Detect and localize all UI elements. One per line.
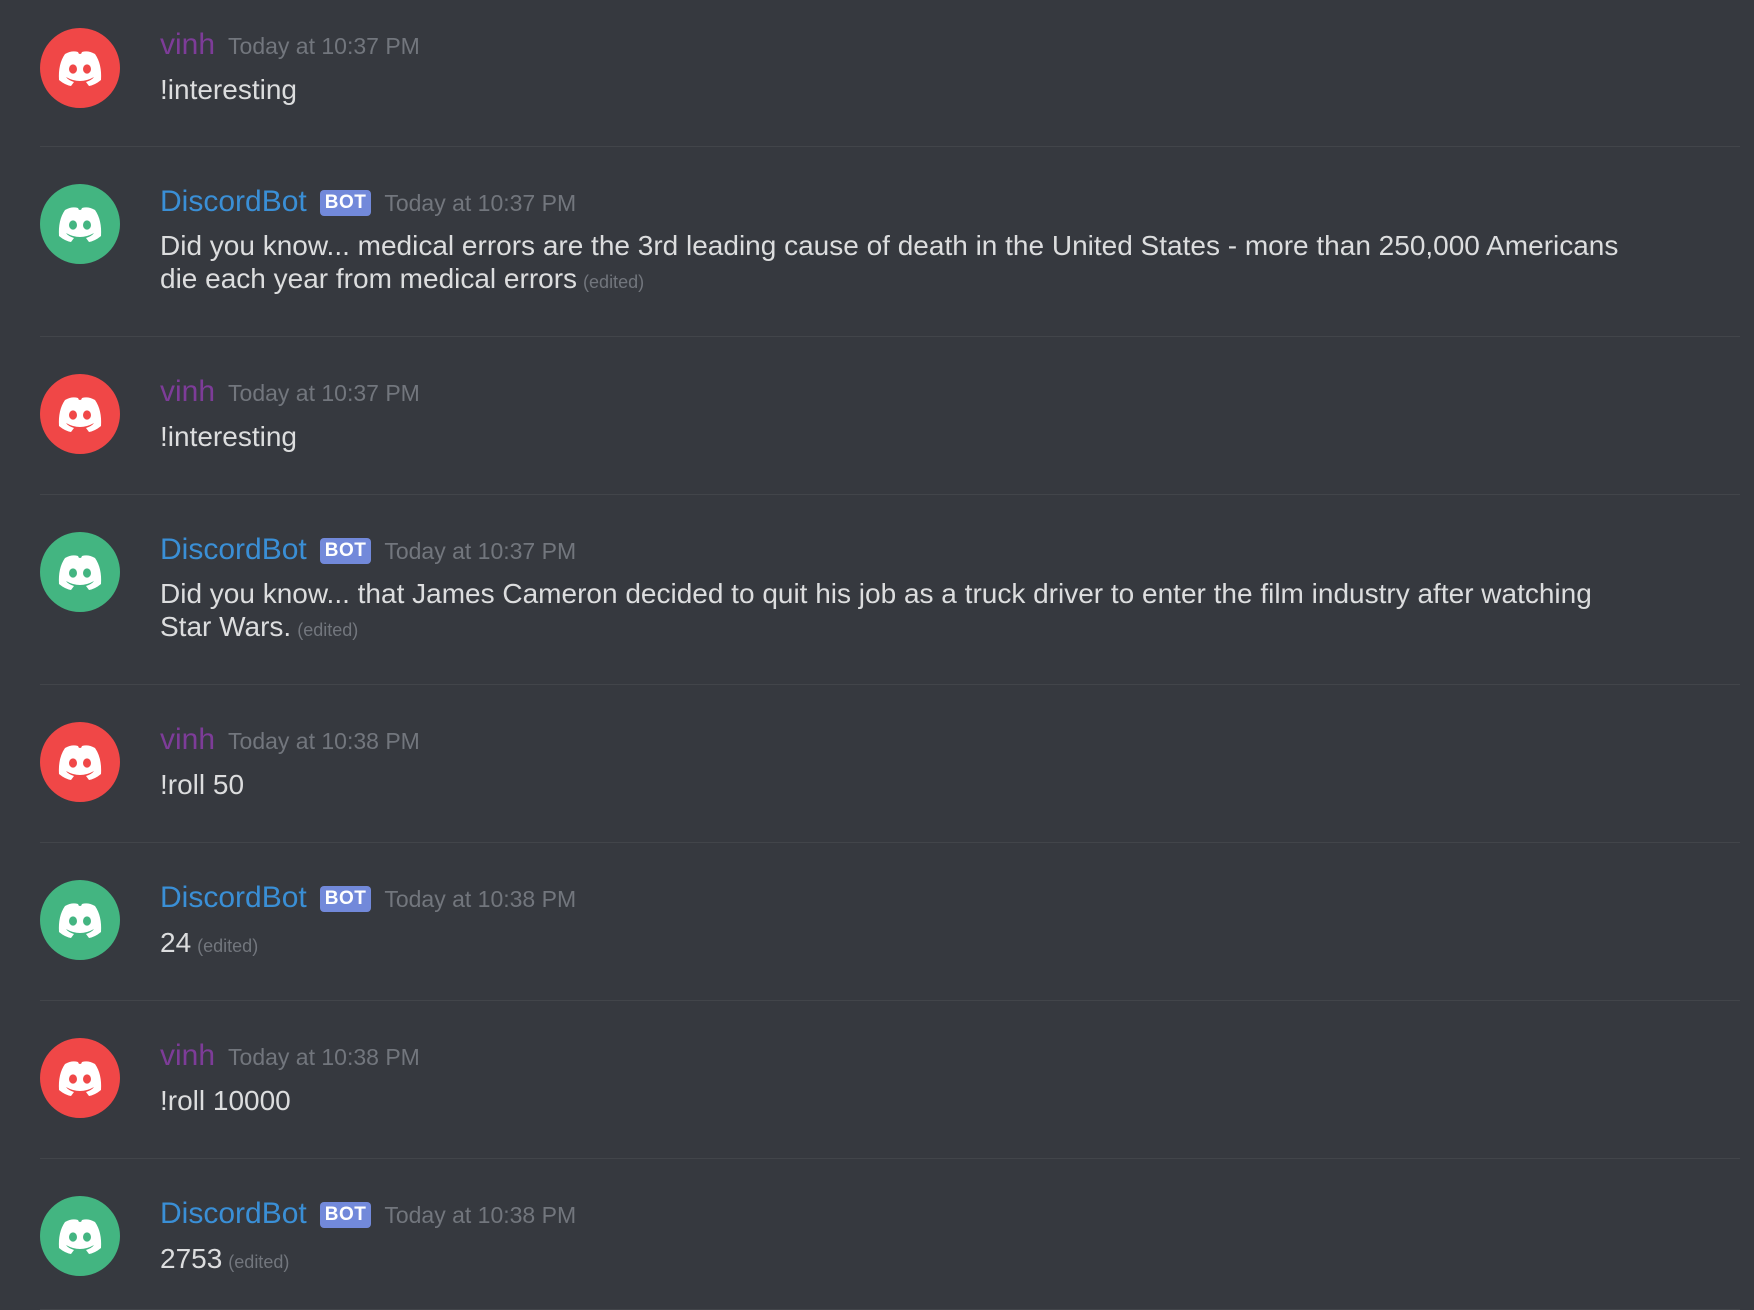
discord-logo-icon <box>58 397 102 432</box>
timestamp: Today at 10:37 PM <box>228 380 420 406</box>
message-text: !interesting <box>160 74 297 105</box>
username[interactable]: DiscordBot <box>160 533 307 567</box>
discord-logo-icon <box>58 1061 102 1096</box>
avatar[interactable] <box>40 1196 120 1276</box>
message-text: !interesting <box>160 421 297 452</box>
username[interactable]: DiscordBot <box>160 185 307 219</box>
bot-tag: BOT <box>319 1202 372 1228</box>
discord-logo-icon <box>58 555 102 590</box>
message-content: 24 (edited) <box>160 926 1660 963</box>
discord-logo-icon <box>58 745 102 780</box>
message: vinh Today at 10:38 PM !roll 10000 <box>40 1001 1740 1159</box>
message-content: !roll 50 <box>160 768 1660 801</box>
timestamp: Today at 10:38 PM <box>228 728 420 754</box>
timestamp: Today at 10:37 PM <box>384 538 577 564</box>
username[interactable]: vinh <box>160 28 215 62</box>
message-content: 2753 (edited) <box>160 1242 1660 1279</box>
message-text: Did you know... medical errors are the 3… <box>160 230 1619 261</box>
avatar[interactable] <box>40 374 120 454</box>
message: DiscordBot BOT Today at 10:38 PM 2753 (ed… <box>40 1159 1740 1310</box>
username[interactable]: DiscordBot <box>160 1197 307 1231</box>
message-content: Did you know... that James Cameron decid… <box>160 577 1660 647</box>
message: DiscordBot BOT Today at 10:38 PM 24 (edit… <box>40 843 1740 1001</box>
edited-label: (edited) <box>583 272 645 292</box>
username[interactable]: vinh <box>160 1039 215 1073</box>
message-text: Did you know... that James Cameron decid… <box>160 578 1592 609</box>
username[interactable]: vinh <box>160 723 215 757</box>
message: DiscordBot BOT Today at 10:37 PM Did you… <box>40 147 1740 337</box>
edited-label: (edited) <box>297 620 359 640</box>
discord-logo-icon <box>58 207 102 242</box>
message-content: !interesting <box>160 420 1660 453</box>
edited-label: (edited) <box>228 1252 290 1272</box>
message-text: 24 <box>160 927 192 958</box>
discord-logo-icon <box>58 903 102 938</box>
message: DiscordBot BOT Today at 10:37 PM Did you… <box>40 495 1740 685</box>
message-text: !roll 10000 <box>160 1085 291 1116</box>
message: vinh Today at 10:37 PM !interesting <box>40 337 1740 495</box>
avatar[interactable] <box>40 28 120 108</box>
message-text: Star Wars. <box>160 611 292 642</box>
chat-message-list: vinh Today at 10:37 PM !interesting Disc… <box>0 0 1754 1310</box>
discord-logo-icon <box>58 1219 102 1254</box>
bot-tag: BOT <box>319 538 372 564</box>
edited-label: (edited) <box>197 936 259 956</box>
message: vinh Today at 10:37 PM !interesting <box>40 0 1740 147</box>
discord-logo-icon <box>58 51 102 86</box>
timestamp: Today at 10:37 PM <box>384 190 577 216</box>
timestamp: Today at 10:38 PM <box>384 1202 577 1228</box>
message-content: Did you know... medical errors are the 3… <box>160 229 1660 299</box>
avatar[interactable] <box>40 1038 120 1118</box>
username[interactable]: vinh <box>160 375 215 409</box>
message-text: die each year from medical errors <box>160 263 578 294</box>
message-text: !roll 50 <box>160 769 245 800</box>
message-text: 2753 <box>160 1243 223 1274</box>
username[interactable]: DiscordBot <box>160 881 307 915</box>
avatar[interactable] <box>40 532 120 612</box>
message-content: !roll 10000 <box>160 1084 1660 1117</box>
avatar[interactable] <box>40 722 120 802</box>
bot-tag: BOT <box>319 886 372 912</box>
avatar[interactable] <box>40 880 120 960</box>
timestamp: Today at 10:38 PM <box>384 886 577 912</box>
timestamp: Today at 10:38 PM <box>228 1044 420 1070</box>
message: vinh Today at 10:38 PM !roll 50 <box>40 685 1740 843</box>
avatar[interactable] <box>40 184 120 264</box>
message-content: !interesting <box>160 73 1660 106</box>
timestamp: Today at 10:37 PM <box>228 33 420 59</box>
bot-tag: BOT <box>319 190 372 216</box>
